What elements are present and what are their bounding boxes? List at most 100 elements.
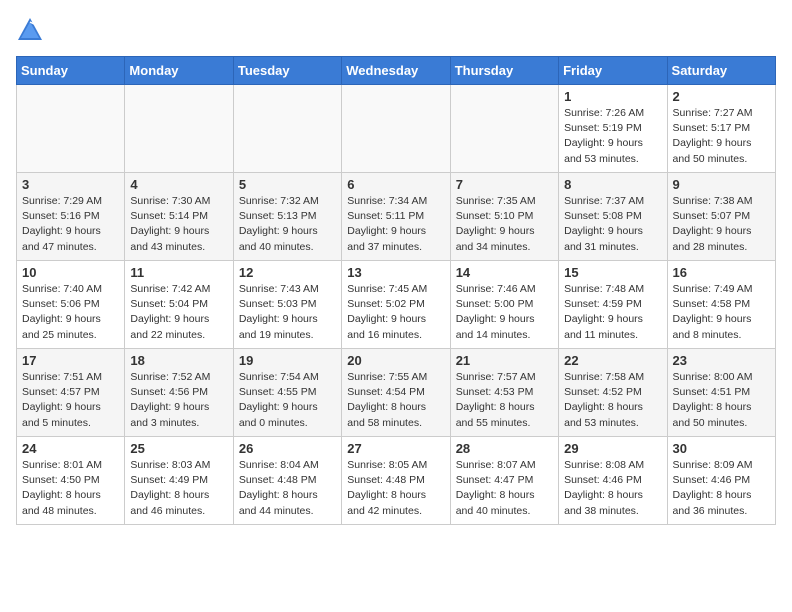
header-cell-thursday: Thursday	[450, 57, 558, 85]
calendar-cell: 1Sunrise: 7:26 AM Sunset: 5:19 PM Daylig…	[559, 85, 667, 173]
header-cell-wednesday: Wednesday	[342, 57, 450, 85]
logo-icon	[16, 16, 44, 44]
calendar-cell: 26 Sunrise: 8:04 AM Sunset: 4:48 PM Dayli…	[233, 437, 341, 525]
day-info: Sunrise: 8:07 AM Sunset: 4:47 PM Dayligh…	[456, 458, 553, 519]
day-number: 4	[130, 177, 227, 192]
day-number: 20	[347, 353, 444, 368]
calendar-table: SundayMondayTuesdayWednesdayThursdayFrid…	[16, 56, 776, 525]
header-cell-saturday: Saturday	[667, 57, 775, 85]
calendar-cell	[125, 85, 233, 173]
calendar-cell: 25 Sunrise: 8:03 AM Sunset: 4:49 PM Dayli…	[125, 437, 233, 525]
day-number: 25	[130, 441, 227, 456]
day-info: Sunrise: 8:08 AM Sunset: 4:46 PM Dayligh…	[564, 458, 661, 519]
day-number: 30	[673, 441, 770, 456]
day-info: Sunrise: 8:09 AM Sunset: 4:46 PM Dayligh…	[673, 458, 770, 519]
day-number: 29	[564, 441, 661, 456]
day-info: Sunrise: 7:40 AM Sunset: 5:06 PM Dayligh…	[22, 282, 119, 343]
calendar-cell: 27 Sunrise: 8:05 AM Sunset: 4:48 PM Dayli…	[342, 437, 450, 525]
week-row-2: 3 Sunrise: 7:29 AM Sunset: 5:16 PM Daylig…	[17, 173, 776, 261]
calendar-cell	[233, 85, 341, 173]
day-number: 28	[456, 441, 553, 456]
day-number: 18	[130, 353, 227, 368]
day-number: 26	[239, 441, 336, 456]
calendar-cell: 23 Sunrise: 8:00 AM Sunset: 4:51 PM Dayli…	[667, 349, 775, 437]
day-number: 8	[564, 177, 661, 192]
header-cell-tuesday: Tuesday	[233, 57, 341, 85]
header-cell-sunday: Sunday	[17, 57, 125, 85]
day-info: Sunrise: 7:43 AM Sunset: 5:03 PM Dayligh…	[239, 282, 336, 343]
day-info: Sunrise: 8:05 AM Sunset: 4:48 PM Dayligh…	[347, 458, 444, 519]
day-info: Sunrise: 7:49 AM Sunset: 4:58 PM Dayligh…	[673, 282, 770, 343]
day-number: 3	[22, 177, 119, 192]
day-number: 15	[564, 265, 661, 280]
calendar-cell: 15Sunrise: 7:48 AM Sunset: 4:59 PM Dayli…	[559, 261, 667, 349]
week-row-4: 17Sunrise: 7:51 AM Sunset: 4:57 PM Dayli…	[17, 349, 776, 437]
day-info: Sunrise: 8:04 AM Sunset: 4:48 PM Dayligh…	[239, 458, 336, 519]
calendar-cell: 24 Sunrise: 8:01 AM Sunset: 4:50 PM Dayli…	[17, 437, 125, 525]
calendar-cell: 9 Sunrise: 7:38 AM Sunset: 5:07 PM Daylig…	[667, 173, 775, 261]
day-info: Sunrise: 7:34 AM Sunset: 5:11 PM Dayligh…	[347, 194, 444, 255]
calendar-cell: 5 Sunrise: 7:32 AM Sunset: 5:13 PM Daylig…	[233, 173, 341, 261]
calendar-cell: 21 Sunrise: 7:57 AM Sunset: 4:53 PM Dayli…	[450, 349, 558, 437]
calendar-cell: 7Sunrise: 7:35 AM Sunset: 5:10 PM Daylig…	[450, 173, 558, 261]
day-number: 11	[130, 265, 227, 280]
day-number: 23	[673, 353, 770, 368]
calendar-cell: 18 Sunrise: 7:52 AM Sunset: 4:56 PM Dayli…	[125, 349, 233, 437]
calendar-cell: 14 Sunrise: 7:46 AM Sunset: 5:00 PM Dayli…	[450, 261, 558, 349]
calendar-cell	[342, 85, 450, 173]
calendar-cell: 13 Sunrise: 7:45 AM Sunset: 5:02 PM Dayli…	[342, 261, 450, 349]
calendar-header: SundayMondayTuesdayWednesdayThursdayFrid…	[17, 57, 776, 85]
calendar-cell: 2 Sunrise: 7:27 AM Sunset: 5:17 PM Daylig…	[667, 85, 775, 173]
calendar-cell: 6 Sunrise: 7:34 AM Sunset: 5:11 PM Daylig…	[342, 173, 450, 261]
day-info: Sunrise: 7:46 AM Sunset: 5:00 PM Dayligh…	[456, 282, 553, 343]
header-cell-friday: Friday	[559, 57, 667, 85]
day-number: 27	[347, 441, 444, 456]
day-info: Sunrise: 7:45 AM Sunset: 5:02 PM Dayligh…	[347, 282, 444, 343]
day-info: Sunrise: 8:01 AM Sunset: 4:50 PM Dayligh…	[22, 458, 119, 519]
day-number: 14	[456, 265, 553, 280]
day-number: 19	[239, 353, 336, 368]
day-info: Sunrise: 7:32 AM Sunset: 5:13 PM Dayligh…	[239, 194, 336, 255]
day-number: 6	[347, 177, 444, 192]
day-info: Sunrise: 7:52 AM Sunset: 4:56 PM Dayligh…	[130, 370, 227, 431]
day-info: Sunrise: 7:26 AM Sunset: 5:19 PM Dayligh…	[564, 106, 661, 167]
day-info: Sunrise: 7:57 AM Sunset: 4:53 PM Dayligh…	[456, 370, 553, 431]
calendar-cell: 19 Sunrise: 7:54 AM Sunset: 4:55 PM Dayli…	[233, 349, 341, 437]
day-info: Sunrise: 7:37 AM Sunset: 5:08 PM Dayligh…	[564, 194, 661, 255]
day-info: Sunrise: 7:27 AM Sunset: 5:17 PM Dayligh…	[673, 106, 770, 167]
day-info: Sunrise: 7:54 AM Sunset: 4:55 PM Dayligh…	[239, 370, 336, 431]
day-number: 10	[22, 265, 119, 280]
day-number: 7	[456, 177, 553, 192]
calendar-cell	[17, 85, 125, 173]
calendar-cell: 8 Sunrise: 7:37 AM Sunset: 5:08 PM Daylig…	[559, 173, 667, 261]
day-number: 13	[347, 265, 444, 280]
calendar-body: 1Sunrise: 7:26 AM Sunset: 5:19 PM Daylig…	[17, 85, 776, 525]
calendar-cell	[450, 85, 558, 173]
calendar-cell: 20Sunrise: 7:55 AM Sunset: 4:54 PM Dayli…	[342, 349, 450, 437]
day-number: 5	[239, 177, 336, 192]
week-row-5: 24 Sunrise: 8:01 AM Sunset: 4:50 PM Dayli…	[17, 437, 776, 525]
week-row-1: 1Sunrise: 7:26 AM Sunset: 5:19 PM Daylig…	[17, 85, 776, 173]
day-number: 16	[673, 265, 770, 280]
day-number: 12	[239, 265, 336, 280]
week-row-3: 10 Sunrise: 7:40 AM Sunset: 5:06 PM Dayli…	[17, 261, 776, 349]
day-number: 22	[564, 353, 661, 368]
calendar-cell: 30 Sunrise: 8:09 AM Sunset: 4:46 PM Dayli…	[667, 437, 775, 525]
day-info: Sunrise: 8:03 AM Sunset: 4:49 PM Dayligh…	[130, 458, 227, 519]
day-info: Sunrise: 7:30 AM Sunset: 5:14 PM Dayligh…	[130, 194, 227, 255]
day-info: Sunrise: 7:42 AM Sunset: 5:04 PM Dayligh…	[130, 282, 227, 343]
day-number: 17	[22, 353, 119, 368]
header-cell-monday: Monday	[125, 57, 233, 85]
day-info: Sunrise: 7:58 AM Sunset: 4:52 PM Dayligh…	[564, 370, 661, 431]
day-number: 9	[673, 177, 770, 192]
day-info: Sunrise: 8:00 AM Sunset: 4:51 PM Dayligh…	[673, 370, 770, 431]
day-info: Sunrise: 7:38 AM Sunset: 5:07 PM Dayligh…	[673, 194, 770, 255]
calendar-cell: 12 Sunrise: 7:43 AM Sunset: 5:03 PM Dayli…	[233, 261, 341, 349]
day-number: 21	[456, 353, 553, 368]
day-number: 24	[22, 441, 119, 456]
day-number: 2	[673, 89, 770, 104]
calendar-cell: 22 Sunrise: 7:58 AM Sunset: 4:52 PM Dayli…	[559, 349, 667, 437]
calendar-cell: 29 Sunrise: 8:08 AM Sunset: 4:46 PM Dayli…	[559, 437, 667, 525]
calendar-cell: 3 Sunrise: 7:29 AM Sunset: 5:16 PM Daylig…	[17, 173, 125, 261]
day-info: Sunrise: 7:29 AM Sunset: 5:16 PM Dayligh…	[22, 194, 119, 255]
